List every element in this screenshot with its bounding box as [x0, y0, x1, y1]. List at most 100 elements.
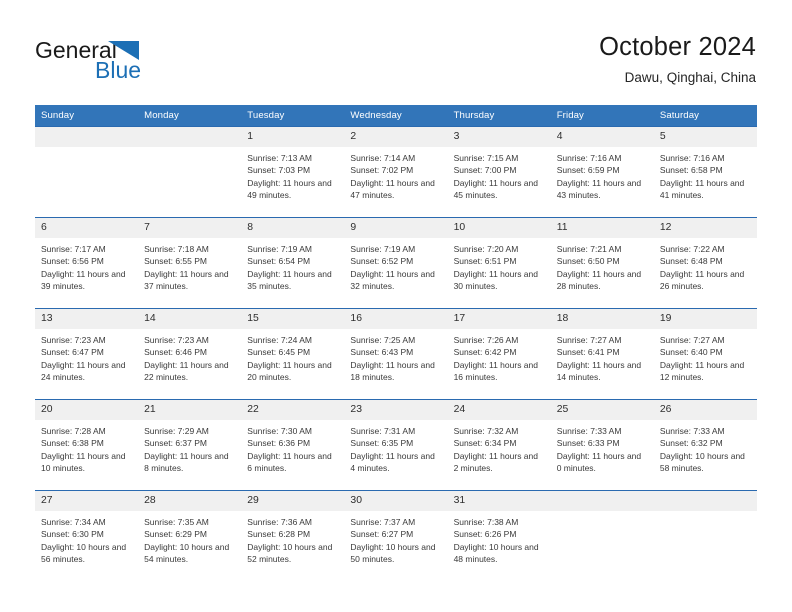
day-details: Sunrise: 7:38 AM Sunset: 6:26 PM Daylight:… — [448, 511, 551, 566]
sunrise-sunset-calendar: Sunday Monday Tuesday Wednesday Thursday… — [35, 105, 757, 581]
sunrise-time: Sunrise: 7:25 AM — [350, 335, 416, 345]
day-18[interactable]: 18 Sunrise: 7:27 AM Sunset: 6:41 PM Dayligh… — [550, 309, 654, 399]
sunrise-time: Sunrise: 7:34 AM — [41, 517, 106, 527]
weekday-header-row: Sunday Monday Tuesday Wednesday Thursday… — [35, 105, 757, 127]
sunrise-time: Sunrise: 7:14 AM — [350, 153, 416, 163]
day-number: 8 — [241, 218, 345, 238]
sunset-time: Sunset: 7:00 PM — [453, 165, 517, 176]
day-details: Sunrise: 7:31 AM Sunset: 6:35 PM Daylight:… — [344, 420, 447, 475]
page-header: General Blue October 2024 Dawu, Qinghai,… — [0, 0, 792, 104]
day-9[interactable]: 9 Sunrise: 7:19 AM Sunset: 6:52 PM Daylight… — [344, 218, 448, 308]
day-details: Sunrise: 7:24 AM Sunset: 6:45 PM Daylight:… — [241, 329, 344, 384]
logo-text-blue: Blue — [95, 57, 141, 83]
day-22[interactable]: 22 Sunrise: 7:30 AM Sunset: 6:36 PM Dayligh… — [241, 400, 345, 490]
daylight-duration: Daylight: 11 hours and 37 minutes. — [144, 268, 229, 292]
daylight-duration: Daylight: 11 hours and 30 minutes. — [453, 268, 538, 292]
day-28[interactable]: 28 Sunrise: 7:35 AM Sunset: 6:29 PM Dayligh… — [138, 491, 242, 581]
sunset-time: Sunset: 6:34 PM — [453, 438, 517, 449]
day-details: Sunrise: 7:28 AM Sunset: 6:38 PM Daylight:… — [35, 420, 138, 475]
day-4[interactable]: 4 Sunrise: 7:16 AM Sunset: 6:59 PM Daylight… — [550, 127, 654, 217]
sunset-time: Sunset: 6:26 PM — [453, 529, 517, 540]
daylight-duration: Daylight: 11 hours and 24 minutes. — [41, 359, 126, 383]
day-21[interactable]: 21 Sunrise: 7:29 AM Sunset: 6:37 PM Dayligh… — [138, 400, 242, 490]
day-29[interactable]: 29 Sunrise: 7:36 AM Sunset: 6:28 PM Dayligh… — [241, 491, 345, 581]
daylight-duration: Daylight: 11 hours and 28 minutes. — [556, 268, 642, 292]
day-13[interactable]: 13 Sunrise: 7:23 AM Sunset: 6:47 PM Dayligh… — [35, 309, 139, 399]
daylight-duration: Daylight: 10 hours and 56 minutes. — [41, 541, 127, 565]
calendar-week-row: 1 Sunrise: 7:13 AM Sunset: 7:03 PM Daylight… — [35, 126, 757, 218]
sunset-time: Sunset: 6:35 PM — [350, 438, 414, 449]
day-30[interactable]: 30 Sunrise: 7:37 AM Sunset: 6:27 PM Dayligh… — [344, 491, 448, 581]
day-1[interactable]: 1 Sunrise: 7:13 AM Sunset: 7:03 PM Daylight… — [241, 127, 345, 217]
daylight-duration: Daylight: 11 hours and 12 minutes. — [659, 359, 745, 383]
sunset-time: Sunset: 6:55 PM — [144, 256, 207, 267]
day-23[interactable]: 23 Sunrise: 7:31 AM Sunset: 6:35 PM Dayligh… — [344, 400, 448, 490]
day-27[interactable]: 27 Sunrise: 7:34 AM Sunset: 6:30 PM Dayligh… — [35, 491, 139, 581]
day-14[interactable]: 14 Sunrise: 7:23 AM Sunset: 6:46 PM Dayligh… — [138, 309, 242, 399]
day-8[interactable]: 8 Sunrise: 7:19 AM Sunset: 6:54 PM Daylight… — [241, 218, 345, 308]
day-11[interactable]: 11 Sunrise: 7:21 AM Sunset: 6:50 PM Dayligh… — [550, 218, 654, 308]
day-details: Sunrise: 7:35 AM Sunset: 6:29 PM Daylight:… — [138, 511, 241, 566]
calendar-day-cell: 8 Sunrise: 7:19 AM Sunset: 6:54 PM Daylight… — [241, 217, 345, 309]
day-26[interactable]: 26 Sunrise: 7:33 AM Sunset: 6:32 PM Dayligh… — [653, 400, 757, 490]
day-details: Sunrise: 7:30 AM Sunset: 6:36 PM Daylight:… — [241, 420, 344, 475]
day-6[interactable]: 6 Sunrise: 7:17 AM Sunset: 6:56 PM Daylight… — [35, 218, 139, 308]
sunset-time: Sunset: 6:59 PM — [556, 165, 620, 176]
calendar-day-cell: 21 Sunrise: 7:29 AM Sunset: 6:37 PM Dayligh… — [138, 399, 242, 491]
daylight-duration: Daylight: 11 hours and 2 minutes. — [453, 450, 538, 474]
sunset-time: Sunset: 6:28 PM — [247, 529, 311, 540]
daylight-duration: Daylight: 11 hours and 8 minutes. — [144, 450, 229, 474]
sunset-time: Sunset: 6:54 PM — [247, 256, 311, 267]
day-15[interactable]: 15 Sunrise: 7:24 AM Sunset: 6:45 PM Dayligh… — [241, 309, 345, 399]
day-details: Sunrise: 7:32 AM Sunset: 6:34 PM Daylight:… — [448, 420, 551, 475]
day-details: Sunrise: 7:15 AM Sunset: 7:00 PM Daylight:… — [448, 147, 551, 202]
weekday-header-thursday: Thursday — [447, 105, 551, 127]
day-7[interactable]: 7 Sunrise: 7:18 AM Sunset: 6:55 PM Daylight… — [138, 218, 242, 308]
weekday-header-monday: Monday — [138, 105, 242, 127]
day-10[interactable]: 10 Sunrise: 7:20 AM Sunset: 6:51 PM Dayligh… — [447, 218, 551, 308]
calendar-day-cell: 19 Sunrise: 7:27 AM Sunset: 6:40 PM Dayligh… — [653, 308, 757, 400]
day-details: Sunrise: 7:22 AM Sunset: 6:48 PM Daylight:… — [654, 238, 757, 293]
sunrise-time: Sunrise: 7:30 AM — [247, 426, 313, 436]
day-details: Sunrise: 7:37 AM Sunset: 6:27 PM Daylight:… — [344, 511, 447, 566]
day-5[interactable]: 5 Sunrise: 7:16 AM Sunset: 6:58 PM Daylight… — [653, 127, 757, 217]
calendar-day-cell: 9 Sunrise: 7:19 AM Sunset: 6:52 PM Daylight… — [344, 217, 448, 309]
sunset-time: Sunset: 6:48 PM — [659, 256, 723, 267]
day-20[interactable]: 20 Sunrise: 7:28 AM Sunset: 6:38 PM Dayligh… — [35, 400, 139, 490]
day-17[interactable]: 17 Sunrise: 7:26 AM Sunset: 6:42 PM Dayligh… — [447, 309, 551, 399]
daylight-duration: Daylight: 11 hours and 14 minutes. — [556, 359, 642, 383]
calendar-day-cell: 1 Sunrise: 7:13 AM Sunset: 7:03 PM Daylight… — [241, 126, 345, 218]
calendar-day-cell: 27 Sunrise: 7:34 AM Sunset: 6:30 PM Dayligh… — [35, 490, 139, 581]
daylight-duration: Daylight: 11 hours and 49 minutes. — [247, 177, 332, 201]
calendar-body: 1 Sunrise: 7:13 AM Sunset: 7:03 PM Daylight… — [35, 126, 757, 581]
sunset-time: Sunset: 6:45 PM — [247, 347, 311, 358]
day-number: 4 — [550, 127, 654, 147]
logo-svg: General Blue — [35, 37, 141, 83]
sunrise-time: Sunrise: 7:19 AM — [350, 244, 416, 254]
calendar-week-row: 20 Sunrise: 7:28 AM Sunset: 6:38 PM Dayligh… — [35, 399, 757, 491]
day-24[interactable]: 24 Sunrise: 7:32 AM Sunset: 6:34 PM Dayligh… — [447, 400, 551, 490]
calendar-day-cell: 30 Sunrise: 7:37 AM Sunset: 6:27 PM Dayligh… — [344, 490, 448, 581]
day-2[interactable]: 2 Sunrise: 7:14 AM Sunset: 7:02 PM Daylight… — [344, 127, 448, 217]
day-number: 26 — [653, 400, 757, 420]
sunrise-time: Sunrise: 7:27 AM — [659, 335, 725, 345]
day-19[interactable]: 19 Sunrise: 7:27 AM Sunset: 6:40 PM Dayligh… — [653, 309, 757, 399]
daylight-duration: Daylight: 11 hours and 39 minutes. — [41, 268, 126, 292]
day-31[interactable]: 31 Sunrise: 7:38 AM Sunset: 6:26 PM Dayligh… — [447, 491, 551, 581]
day-25[interactable]: 25 Sunrise: 7:33 AM Sunset: 6:33 PM Dayligh… — [550, 400, 654, 490]
day-details: Sunrise: 7:21 AM Sunset: 6:50 PM Daylight:… — [551, 238, 654, 293]
day-16[interactable]: 16 Sunrise: 7:25 AM Sunset: 6:43 PM Dayligh… — [344, 309, 448, 399]
day-details: Sunrise: 7:23 AM Sunset: 6:46 PM Daylight:… — [138, 329, 241, 384]
empty-day — [550, 491, 654, 581]
day-12[interactable]: 12 Sunrise: 7:22 AM Sunset: 6:48 PM Dayligh… — [653, 218, 757, 308]
day-number: 18 — [550, 309, 654, 329]
day-details: Sunrise: 7:20 AM Sunset: 6:51 PM Daylight:… — [448, 238, 551, 293]
calendar-day-cell: 25 Sunrise: 7:33 AM Sunset: 6:33 PM Dayligh… — [550, 399, 654, 491]
daylight-duration: Daylight: 11 hours and 16 minutes. — [453, 359, 538, 383]
sunrise-time: Sunrise: 7:28 AM — [41, 426, 106, 436]
daylight-duration: Daylight: 11 hours and 35 minutes. — [247, 268, 332, 292]
general-blue-logo[interactable]: General Blue — [35, 36, 155, 84]
day-3[interactable]: 3 Sunrise: 7:15 AM Sunset: 7:00 PM Daylight… — [447, 127, 551, 217]
daylight-duration: Daylight: 11 hours and 41 minutes. — [659, 177, 745, 201]
sunset-time: Sunset: 6:41 PM — [556, 347, 620, 358]
